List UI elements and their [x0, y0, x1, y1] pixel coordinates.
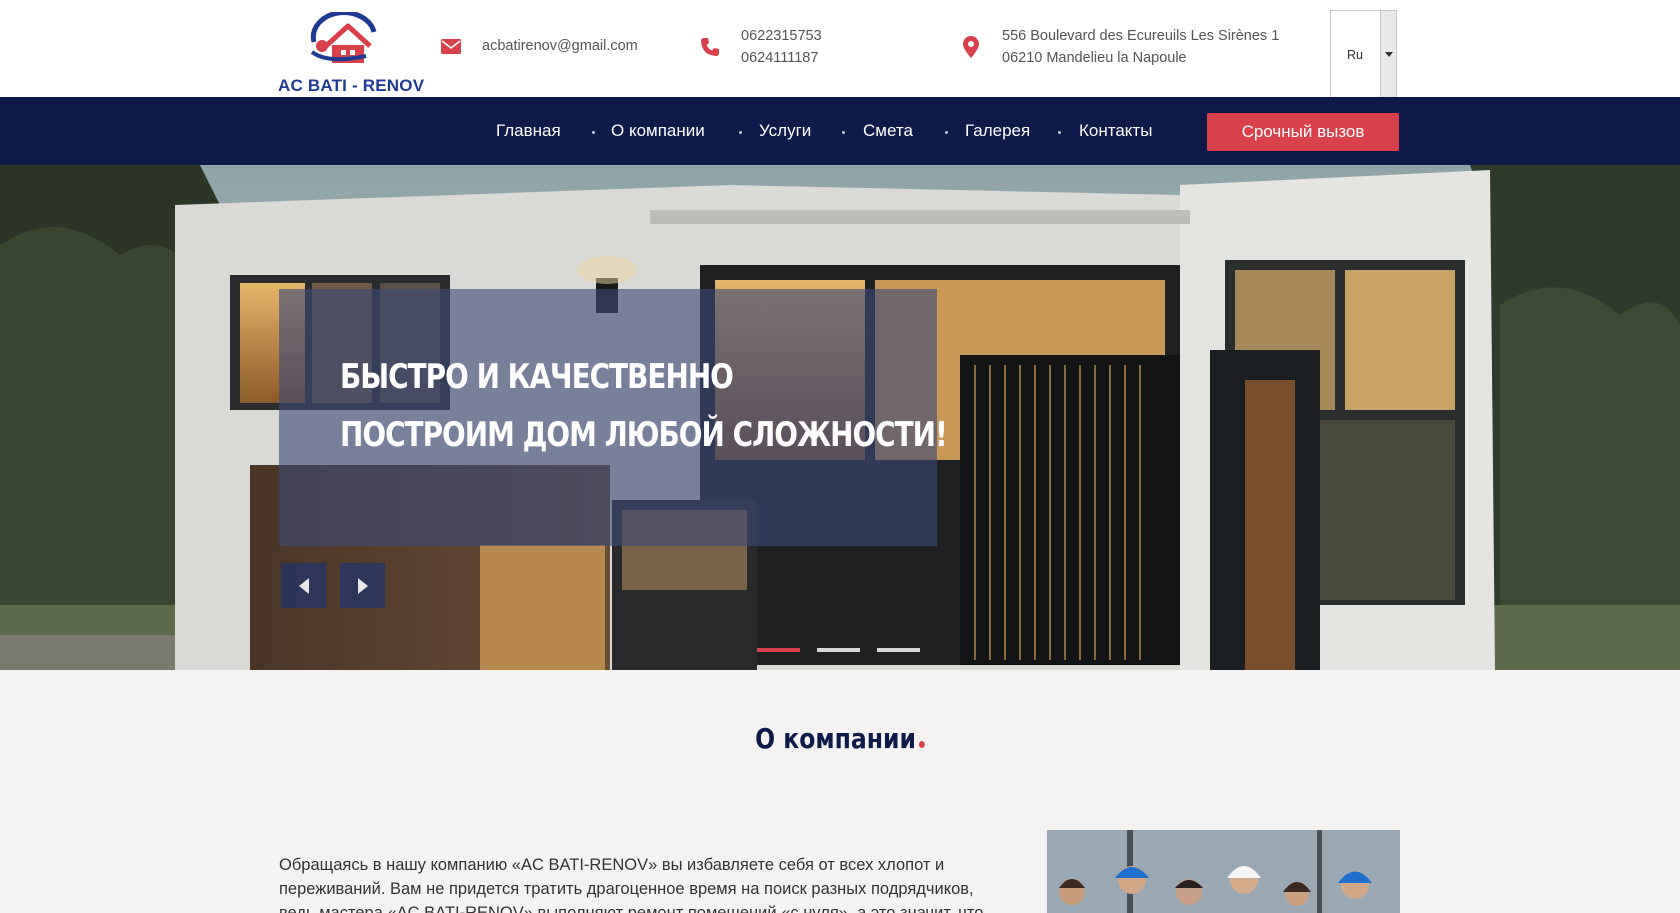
phone-number-1[interactable]: 0622315753: [741, 25, 822, 47]
hero-title-line-2: ПОСТРОИМ ДОМ ЛЮБОЙ СЛОЖНОСТИ!: [340, 415, 948, 455]
slide-indicator-3[interactable]: [877, 648, 920, 652]
nav-item-gallery[interactable]: Галерея: [965, 121, 1030, 141]
address-line-1: 556 Boulevard des Ecureuils Les Sirènes …: [1002, 28, 1280, 44]
about-paragraph: Обращаясь в нашу компанию «AC BATI-RENOV…: [279, 856, 984, 913]
team-photo: [1047, 830, 1400, 913]
contact-address: 556 Boulevard des Ecureuils Les Sirènes …: [960, 25, 1279, 69]
phone-number-2[interactable]: 0624111187: [741, 47, 822, 69]
nav-separator: [739, 131, 742, 134]
main-nav: Главная О компании Услуги Смета Галерея …: [0, 97, 1680, 165]
hero-title: БЫСТРО И КАЧЕСТВЕННО ПОСТРОИМ ДОМ ЛЮБОЙ …: [340, 348, 948, 464]
logo-text: AC BATI - RENOV: [278, 76, 425, 95]
hero-title-line-1: БЫСТРО И КАЧЕСТВЕННО: [340, 357, 734, 397]
phone-icon: [699, 36, 721, 58]
chevron-right-icon: [357, 577, 368, 594]
chevron-down-icon[interactable]: [1380, 11, 1396, 97]
hero-slider: БЫСТРО И КАЧЕСТВЕННО ПОСТРОИМ ДОМ ЛЮБОЙ …: [0, 165, 1680, 670]
about-title: О компании: [0, 722, 1680, 755]
language-selected: Ru: [1347, 48, 1363, 62]
nav-item-estimate[interactable]: Смета: [863, 121, 913, 141]
about-title-text: О компании: [755, 722, 917, 755]
nav-separator: [1058, 131, 1061, 134]
address-line-2: 06210 Mandelieu la Napoule: [1002, 50, 1187, 66]
nav-item-contacts[interactable]: Контакты: [1079, 121, 1152, 141]
nav-item-services[interactable]: Услуги: [759, 121, 811, 141]
nav-item-about[interactable]: О компании: [611, 121, 705, 141]
language-select[interactable]: Ru: [1330, 10, 1397, 98]
logo-house-icon: [310, 12, 377, 63]
contact-phone[interactable]: 0622315753 0624111187: [699, 25, 822, 69]
nav-separator: [945, 131, 948, 134]
title-dot-decoration: [918, 741, 925, 748]
nav-separator: [592, 131, 595, 134]
email-text[interactable]: acbatirenov@gmail.com: [482, 35, 638, 57]
top-header: AC BATI - RENOV acbatirenov@gmail.com 06…: [0, 0, 1680, 98]
about-section: О компании Обращаясь в нашу компанию «AC…: [0, 670, 1680, 913]
chevron-left-icon: [298, 577, 309, 594]
slider-prev-button[interactable]: [281, 563, 326, 608]
envelope-icon: [440, 35, 462, 57]
urgent-call-button[interactable]: Срочный вызов: [1207, 113, 1399, 151]
slide-indicator-2[interactable]: [817, 648, 860, 652]
slide-indicator-1[interactable]: [757, 648, 800, 652]
site-logo[interactable]: AC BATI - RENOV: [278, 12, 424, 96]
map-pin-icon: [960, 36, 982, 58]
contact-email[interactable]: acbatirenov@gmail.com: [440, 35, 638, 57]
slider-next-button[interactable]: [340, 563, 385, 608]
nav-separator: [842, 131, 845, 134]
nav-item-home[interactable]: Главная: [496, 121, 561, 141]
